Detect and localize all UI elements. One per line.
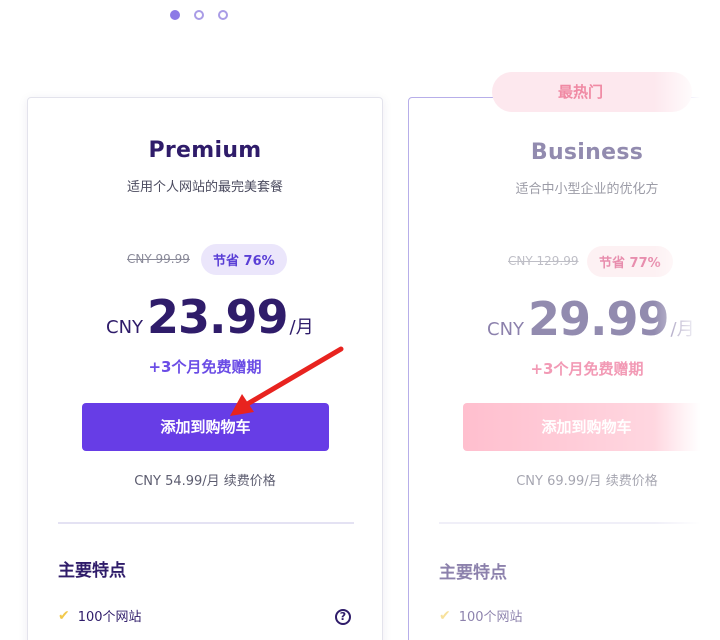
features-title: 主要特点 bbox=[58, 561, 126, 581]
plan-title: Business bbox=[530, 140, 644, 165]
renew-price: CNY 69.99/月 续费价格 bbox=[516, 474, 658, 489]
add-to-cart-button[interactable]: 添加到购物车 bbox=[463, 403, 710, 451]
price-currency: CNY bbox=[487, 319, 525, 340]
feature-item: ✔ 100个网站 bbox=[58, 606, 142, 626]
check-icon: ✔ bbox=[58, 607, 70, 624]
price-period: /月 bbox=[670, 319, 695, 340]
feature-item: ✔ 100个网站 bbox=[439, 606, 523, 626]
pricing-page: Premium 适用个人网站的最完美套餐 CNY 99.99 节省 76% CN… bbox=[0, 0, 720, 640]
features-title: 主要特点 bbox=[439, 563, 507, 583]
plan-card-premium: Premium 适用个人网站的最完美套餐 CNY 99.99 节省 76% CN… bbox=[27, 97, 383, 640]
carousel-dot-1[interactable] bbox=[170, 10, 180, 20]
bonus-text: +3个月免费赠期 bbox=[530, 360, 644, 378]
feature-label: 100个网站 bbox=[458, 610, 523, 625]
price: CNY 23.99 /月 bbox=[106, 290, 314, 344]
check-icon: ✔ bbox=[439, 607, 451, 624]
carousel-dot-2[interactable] bbox=[194, 10, 204, 20]
price: CNY 29.99 /月 bbox=[487, 292, 695, 346]
bonus-text: +3个月免费赠期 bbox=[148, 358, 262, 376]
price-period: /月 bbox=[289, 317, 314, 338]
price-amount: 23.99 bbox=[147, 290, 289, 344]
divider bbox=[439, 522, 720, 524]
help-circle-icon[interactable]: ? bbox=[335, 609, 351, 625]
renew-price: CNY 54.99/月 续费价格 bbox=[134, 474, 276, 489]
plan-title: Premium bbox=[148, 138, 262, 163]
popular-badge: 最热门 bbox=[492, 72, 692, 112]
price-amount: 29.99 bbox=[528, 292, 670, 346]
old-price: CNY 129.99 bbox=[508, 254, 579, 268]
plan-card-business: Business 适合中小型企业的优化方 CNY 129.99 节省 77% C… bbox=[408, 97, 720, 640]
carousel-dots bbox=[170, 10, 228, 20]
feature-label: 100个网站 bbox=[77, 610, 142, 625]
carousel-dot-3[interactable] bbox=[218, 10, 228, 20]
plan-subtitle: 适用个人网站的最完美套餐 bbox=[126, 180, 283, 195]
divider bbox=[58, 522, 354, 524]
price-currency: CNY bbox=[106, 317, 144, 338]
add-to-cart-button[interactable]: 添加到购物车 bbox=[82, 403, 329, 451]
old-price: CNY 99.99 bbox=[127, 252, 190, 266]
save-badge: 节省 77% bbox=[587, 246, 673, 277]
save-badge: 节省 76% bbox=[201, 244, 287, 275]
plan-subtitle: 适合中小型企业的优化方 bbox=[515, 182, 659, 197]
